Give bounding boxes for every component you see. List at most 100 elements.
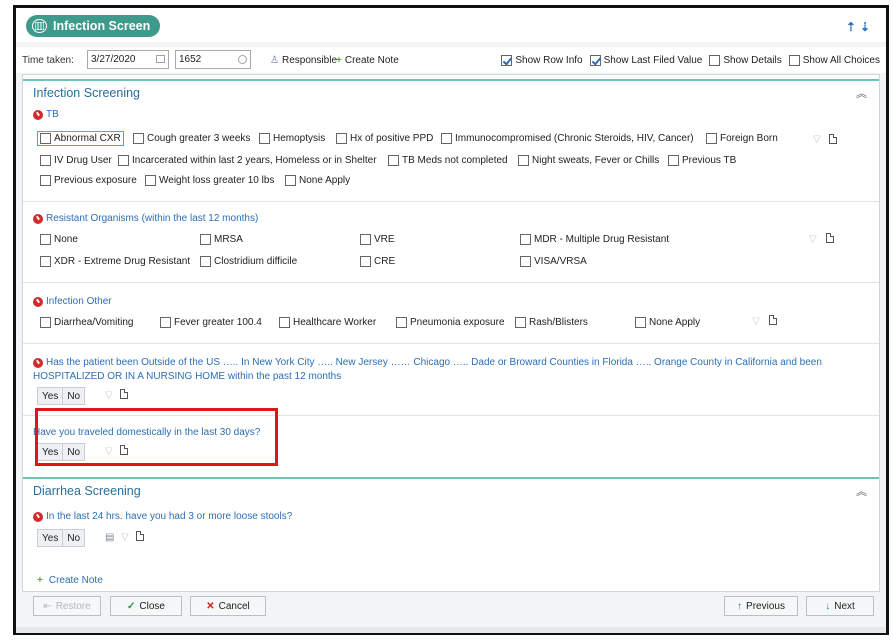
resistant-option-visa[interactable]: VISA/VRSA: [520, 256, 587, 267]
cancel-button[interactable]: ✕ Cancel: [190, 596, 266, 616]
collapse-icon[interactable]: ︽: [856, 483, 867, 499]
add-note-icon: +: [336, 55, 342, 66]
filter-icon[interactable]: ▽: [752, 316, 760, 327]
resistant-option-vre[interactable]: VRE: [360, 234, 395, 245]
tb-option-immunocompromised[interactable]: Immunocompromised (Chronic Steroids, HIV…: [441, 133, 694, 144]
other-option-healthcare-worker[interactable]: Healthcare Worker: [279, 317, 376, 328]
filter-icon[interactable]: ▽: [809, 234, 817, 245]
checkbox[interactable]: [360, 256, 371, 267]
comment-icon[interactable]: [829, 134, 837, 144]
show-last-filed-toggle[interactable]: Show Last Filed Value: [589, 55, 702, 66]
checkbox[interactable]: [388, 155, 399, 166]
close-button[interactable]: ✓ Close: [110, 596, 182, 616]
resistant-option-mdr[interactable]: MDR - Multiple Drug Resistant: [520, 234, 669, 245]
checkbox[interactable]: [40, 256, 51, 267]
tb-option-previous-tb[interactable]: Previous TB: [668, 155, 736, 166]
checkbox[interactable]: [40, 317, 51, 328]
checkbox[interactable]: [118, 155, 129, 166]
checkbox[interactable]: [145, 175, 156, 186]
checkbox[interactable]: [520, 234, 531, 245]
resistant-option-none[interactable]: None: [40, 234, 78, 245]
other-option-rash[interactable]: Rash/Blisters: [515, 317, 588, 328]
resistant-option-cre[interactable]: CRE: [360, 256, 395, 267]
next-button[interactable]: ↓ Next: [806, 596, 874, 616]
resistant-option-xdr[interactable]: XDR - Extreme Drug Resistant: [40, 256, 190, 267]
checkbox[interactable]: [40, 175, 51, 186]
up-arrow-icon[interactable]: ⇡: [846, 20, 860, 34]
checkbox[interactable]: [200, 256, 211, 267]
checkbox[interactable]: [501, 55, 513, 66]
checkbox[interactable]: [40, 155, 51, 166]
tb-option-night-sweats[interactable]: Night sweats, Fever or Chills: [518, 155, 659, 166]
tb-option-previous-exposure[interactable]: Previous exposure: [40, 175, 137, 186]
section-header-diarrhea[interactable]: Diarrhea Screening ︽: [23, 477, 879, 501]
checkbox[interactable]: [360, 234, 371, 245]
checkbox[interactable]: [160, 317, 171, 328]
checkbox[interactable]: [706, 133, 717, 144]
tb-option-hemoptysis[interactable]: Hemoptysis: [259, 133, 325, 144]
other-option-pneumonia[interactable]: Pneumonia exposure: [396, 317, 505, 328]
filter-icon[interactable]: ▽: [105, 390, 113, 401]
checkbox[interactable]: [336, 133, 347, 144]
create-note-link[interactable]: + Create Note: [336, 55, 399, 66]
show-details-toggle[interactable]: Show Details: [709, 55, 782, 66]
checkbox[interactable]: [279, 317, 290, 328]
checkbox[interactable]: [668, 155, 679, 166]
resistant-option-cdiff[interactable]: Clostridium difficile: [200, 256, 297, 267]
tb-option-foreign-born[interactable]: Foreign Born: [706, 133, 778, 144]
show-row-info-toggle[interactable]: Show Row Info: [501, 55, 583, 66]
no-button[interactable]: No: [63, 529, 86, 547]
restore-button[interactable]: ⇤ Restore: [33, 596, 101, 616]
copy-value-icon[interactable]: ▤: [105, 532, 114, 543]
other-option-diarrhea[interactable]: Diarrhea/Vomiting: [40, 317, 133, 328]
checkbox[interactable]: [635, 317, 646, 328]
calendar-icon[interactable]: [156, 55, 165, 63]
comment-icon[interactable]: [826, 233, 834, 243]
checkbox[interactable]: [788, 55, 800, 66]
show-all-choices-toggle[interactable]: Show All Choices: [788, 55, 880, 66]
checkbox[interactable]: [40, 234, 51, 245]
previous-button[interactable]: ↑ Previous: [724, 596, 798, 616]
clock-icon[interactable]: [238, 55, 247, 64]
navigate-updown[interactable]: ⇡⇣: [846, 20, 874, 34]
comment-icon[interactable]: [120, 389, 128, 399]
outside-us-yes-no: Yes No: [37, 387, 86, 405]
other-option-fever[interactable]: Fever greater 100.4: [160, 317, 262, 328]
checkbox[interactable]: [441, 133, 452, 144]
filter-icon[interactable]: ▽: [121, 532, 129, 543]
horizontal-scrollbar[interactable]: [16, 627, 886, 633]
responsible-link[interactable]: ♙ Responsible: [270, 55, 337, 66]
tb-option-iv-drug[interactable]: IV Drug User: [40, 155, 112, 166]
checkbox[interactable]: [709, 55, 721, 66]
tb-option-weight-loss[interactable]: Weight loss greater 10 lbs: [145, 175, 274, 186]
create-note-link-bottom[interactable]: + Create Note: [37, 575, 103, 586]
comment-icon[interactable]: [769, 315, 777, 325]
tb-option-cough[interactable]: Cough greater 3 weeks: [133, 133, 250, 144]
tb-option-abnormal-cxr[interactable]: Abnormal CXR: [37, 131, 124, 146]
checkbox[interactable]: [515, 317, 526, 328]
tb-option-ppd[interactable]: Hx of positive PPD: [336, 133, 433, 144]
filter-icon[interactable]: ▽: [813, 134, 821, 145]
resistant-option-mrsa[interactable]: MRSA: [200, 234, 243, 245]
checkbox[interactable]: [133, 133, 144, 144]
other-option-none-apply[interactable]: None Apply: [635, 317, 700, 328]
checkbox[interactable]: [259, 133, 270, 144]
checkbox[interactable]: [285, 175, 296, 186]
form-body[interactable]: Infection Screening ︽ TB Abnormal CXR Co…: [22, 74, 880, 592]
checkbox[interactable]: [40, 133, 51, 144]
no-button[interactable]: No: [63, 387, 86, 405]
tb-option-meds-not-completed[interactable]: TB Meds not completed: [388, 155, 508, 166]
section-header-infection[interactable]: Infection Screening ︽: [23, 79, 879, 103]
yes-button[interactable]: Yes: [37, 529, 64, 547]
checkbox[interactable]: [396, 317, 407, 328]
checkbox[interactable]: [200, 234, 211, 245]
tb-option-none-apply[interactable]: None Apply: [285, 175, 350, 186]
comment-icon[interactable]: [136, 531, 144, 541]
down-arrow-icon[interactable]: ⇣: [860, 20, 874, 34]
tb-option-incarcerated[interactable]: Incarcerated within last 2 years, Homele…: [118, 155, 377, 166]
checkbox[interactable]: [589, 55, 601, 66]
checkbox[interactable]: [518, 155, 529, 166]
checkbox[interactable]: [520, 256, 531, 267]
collapse-icon[interactable]: ︽: [856, 85, 867, 101]
yes-button[interactable]: Yes: [37, 387, 64, 405]
